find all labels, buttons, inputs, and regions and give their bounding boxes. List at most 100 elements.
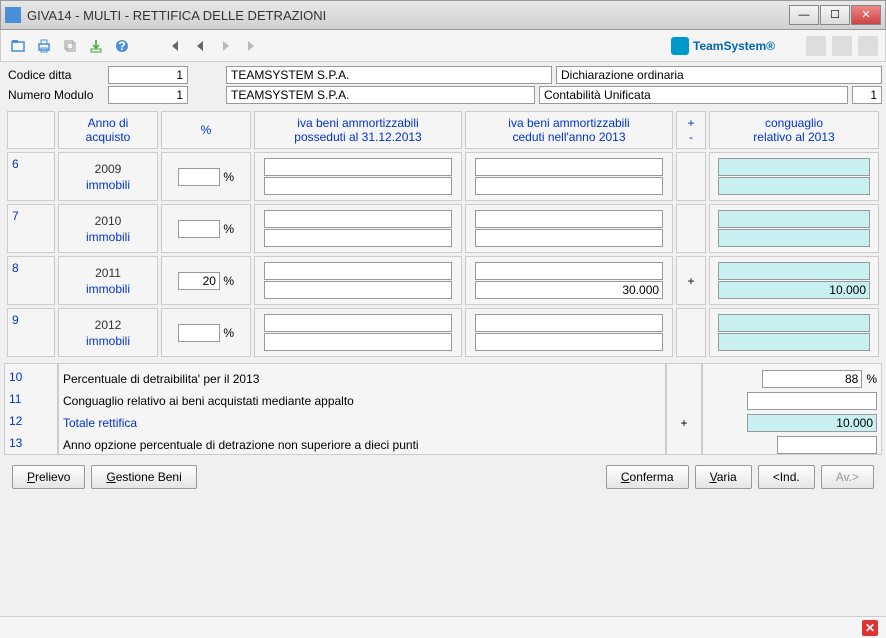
table-row: 8 2011immobili % + (7, 256, 879, 305)
action2-icon[interactable] (832, 36, 852, 56)
contabilita-type[interactable] (539, 86, 848, 104)
summary-values: % (702, 363, 882, 455)
open-icon[interactable] (7, 35, 29, 57)
ceduti-input-1[interactable] (475, 158, 663, 176)
row-index: 9 (7, 308, 55, 357)
header-blank (7, 111, 55, 149)
conguaglio-input-1[interactable] (718, 262, 870, 280)
summary-texts: Percentuale di detraibilita' per il 2013… (58, 363, 666, 455)
prev-icon[interactable] (189, 35, 211, 57)
conferma-button[interactable]: Conferma (606, 465, 689, 489)
summary-text-12: Totale rettifica (63, 412, 661, 434)
year-type: immobili (63, 282, 153, 296)
ceduti-input-1[interactable] (475, 314, 663, 332)
codice-ditta-input[interactable] (108, 66, 188, 84)
dichiarazione-type[interactable] (556, 66, 882, 84)
titlebar: GIVA14 - MULTI - RETTIFICA DELLE DETRAZI… (0, 0, 886, 30)
posseduti-input-2[interactable] (264, 177, 452, 195)
conguaglio-input-1[interactable] (718, 210, 870, 228)
toolbar: ? TeamSystem® (0, 30, 886, 62)
sign-cell (676, 308, 706, 357)
first-icon[interactable] (163, 35, 185, 57)
year-type: immobili (63, 178, 153, 192)
print-icon[interactable] (33, 35, 55, 57)
conguaglio-input-1[interactable] (718, 314, 870, 332)
maximize-button[interactable]: ☐ (820, 5, 850, 25)
conguaglio-input-2[interactable] (718, 229, 870, 247)
pct-suffix: % (866, 372, 877, 386)
indietro-button[interactable]: <Ind. (758, 465, 815, 489)
prelievo-button[interactable]: PPrelievorelievo (12, 465, 85, 489)
varia-button[interactable]: Varia (695, 465, 752, 489)
posseduti-input-1[interactable] (264, 158, 452, 176)
header-ceduti: iva beni ammortizzabiliceduti nell'anno … (465, 111, 673, 149)
status-close-icon[interactable]: ✕ (862, 620, 878, 636)
posseduti-input-2[interactable] (264, 333, 452, 351)
conguaglio-input-2[interactable] (718, 281, 870, 299)
action3-icon[interactable] (858, 36, 878, 56)
pct-suffix: % (223, 170, 234, 184)
row-index: 8 (7, 256, 55, 305)
contabilita-num[interactable] (852, 86, 882, 104)
window-title: GIVA14 - MULTI - RETTIFICA DELLE DETRAZI… (27, 8, 789, 23)
posseduti-input-1[interactable] (264, 314, 452, 332)
detraibilita-input[interactable] (762, 370, 862, 388)
ceduti-input-2[interactable] (475, 333, 663, 351)
summary-text-10: Percentuale di detraibilita' per il 2013 (63, 368, 661, 390)
gestione-beni-button[interactable]: Gestione Beni (91, 465, 196, 489)
brand-text: TeamSystem® (693, 39, 775, 53)
company-name-2[interactable] (226, 86, 535, 104)
sign-cell (676, 204, 706, 253)
next-icon[interactable] (215, 35, 237, 57)
brand-logo: TeamSystem® (671, 37, 775, 55)
row-index: 6 (7, 152, 55, 201)
app-icon (5, 7, 21, 23)
year-value: 2009 (63, 162, 153, 176)
ceduti-input-1[interactable] (475, 262, 663, 280)
last-icon[interactable] (241, 35, 263, 57)
conguaglio-input-2[interactable] (718, 177, 870, 195)
summary-sign: + (666, 363, 702, 455)
pct-suffix: % (223, 222, 234, 236)
company-name-1[interactable] (226, 66, 552, 84)
ceduti-input-2[interactable] (475, 281, 663, 299)
year-value: 2012 (63, 318, 153, 332)
svg-text:?: ? (118, 39, 125, 53)
ceduti-input-2[interactable] (475, 177, 663, 195)
row-index: 7 (7, 204, 55, 253)
help-icon[interactable]: ? (111, 35, 133, 57)
sign-cell: + (676, 256, 706, 305)
header-sign: +- (676, 111, 706, 149)
year-type: immobili (63, 230, 153, 244)
pct-input[interactable] (178, 324, 220, 342)
anno-opzione-input[interactable] (777, 436, 877, 454)
brand-icon (671, 37, 689, 55)
copy-icon[interactable] (59, 35, 81, 57)
minimize-button[interactable]: — (789, 5, 819, 25)
conguaglio-input-1[interactable] (718, 158, 870, 176)
export-icon[interactable] (85, 35, 107, 57)
posseduti-input-2[interactable] (264, 229, 452, 247)
conguaglio-appalto-input[interactable] (747, 392, 877, 410)
table-row: 9 2012immobili % (7, 308, 879, 357)
status-bar: ✕ (0, 616, 886, 638)
pct-suffix: % (223, 274, 234, 288)
avanti-button[interactable]: Av.> (821, 465, 874, 489)
ceduti-input-1[interactable] (475, 210, 663, 228)
numero-modulo-input[interactable] (108, 86, 188, 104)
close-button[interactable]: ✕ (851, 5, 881, 25)
year-value: 2010 (63, 214, 153, 228)
posseduti-input-2[interactable] (264, 281, 452, 299)
summary-indices: 10 11 12 13 (4, 363, 58, 455)
pct-suffix: % (223, 326, 234, 340)
pct-input[interactable] (178, 168, 220, 186)
pct-input[interactable] (178, 272, 220, 290)
ceduti-input-2[interactable] (475, 229, 663, 247)
posseduti-input-1[interactable] (264, 262, 452, 280)
pct-input[interactable] (178, 220, 220, 238)
posseduti-input-1[interactable] (264, 210, 452, 228)
conguaglio-input-2[interactable] (718, 333, 870, 351)
action1-icon[interactable] (806, 36, 826, 56)
totale-rettifica-input[interactable] (747, 414, 877, 432)
header-anno: Anno diacquisto (58, 111, 158, 149)
